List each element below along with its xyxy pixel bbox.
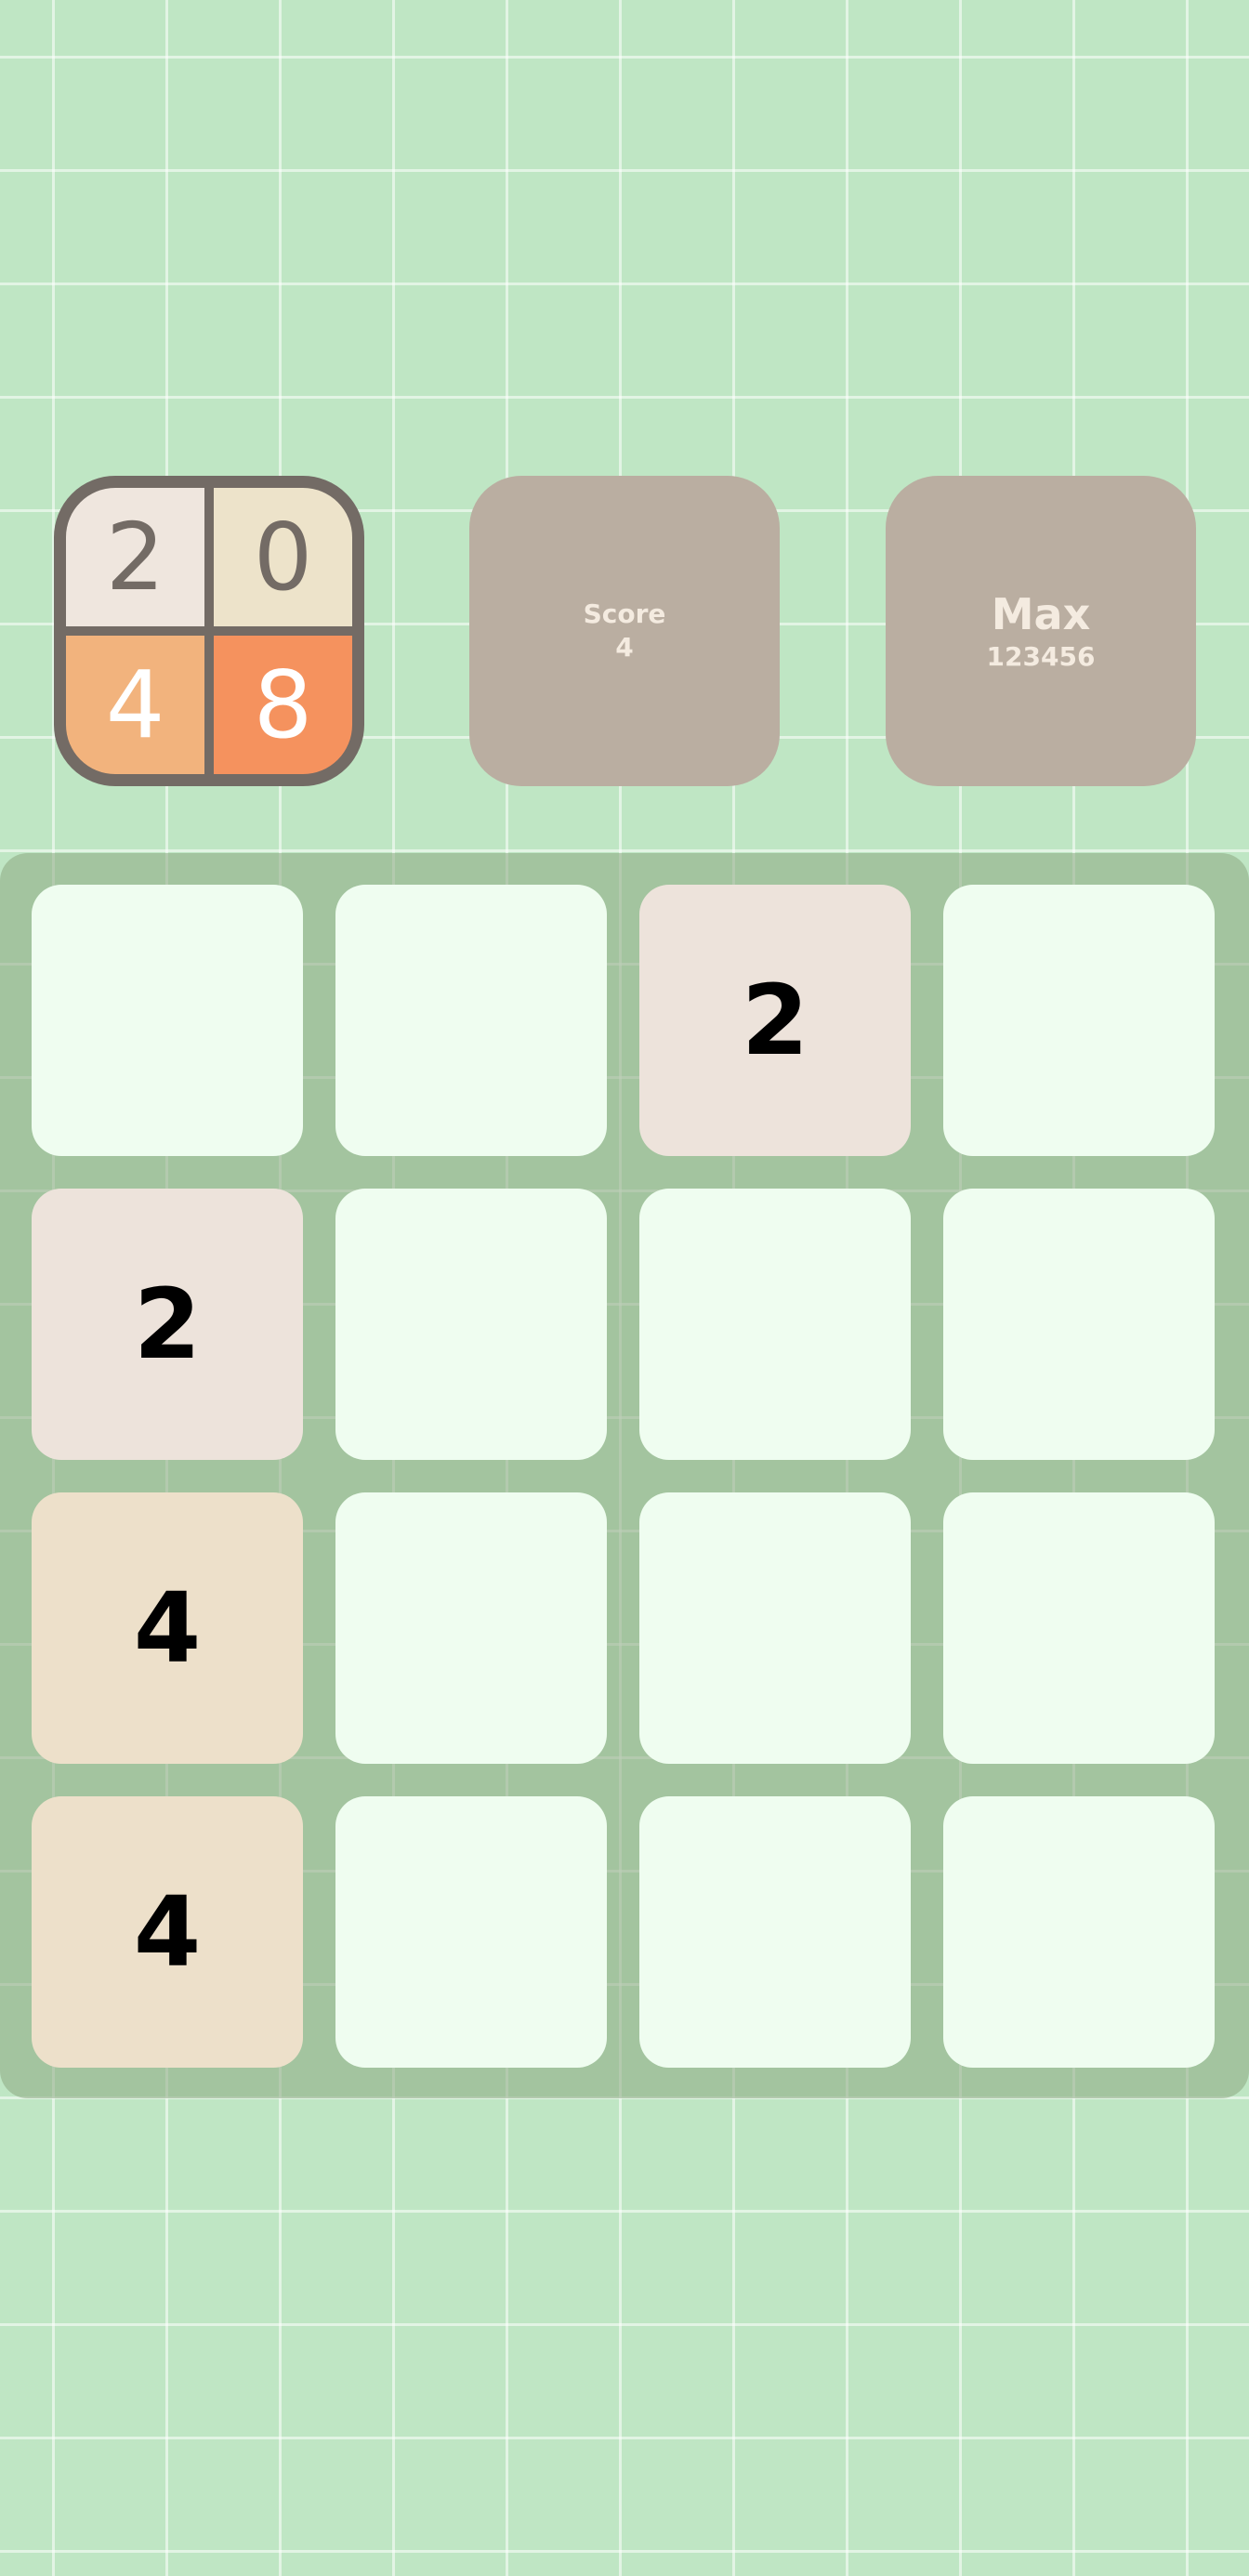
logo-digit: 8 <box>214 636 352 774</box>
empty-cell <box>639 1796 911 2068</box>
empty-cell <box>943 885 1215 1156</box>
empty-cell <box>335 1492 607 1764</box>
max-score-label: Max <box>991 589 1091 639</box>
tile: 2 <box>639 885 911 1156</box>
score-box: Score 4 <box>469 476 780 786</box>
empty-cell <box>639 1189 911 1460</box>
tile: 4 <box>32 1492 303 1764</box>
max-score-box: Max 123456 <box>886 476 1196 786</box>
empty-cell <box>335 1796 607 2068</box>
tile: 4 <box>32 1796 303 2068</box>
game-logo: 2 0 4 8 <box>54 476 364 786</box>
score-value: 4 <box>615 632 634 663</box>
logo-digit: 4 <box>66 636 204 774</box>
empty-cell <box>32 885 303 1156</box>
empty-cell <box>335 885 607 1156</box>
score-label: Score <box>583 598 666 629</box>
empty-cell <box>943 1189 1215 1460</box>
empty-cell <box>335 1189 607 1460</box>
game-board[interactable]: 2 2 4 4 <box>0 853 1249 2098</box>
logo-digit: 2 <box>66 488 204 626</box>
tile: 2 <box>32 1189 303 1460</box>
empty-cell <box>943 1796 1215 2068</box>
empty-cell <box>943 1492 1215 1764</box>
max-score-value: 123456 <box>986 641 1096 672</box>
logo-digit: 0 <box>214 488 352 626</box>
empty-cell <box>639 1492 911 1764</box>
